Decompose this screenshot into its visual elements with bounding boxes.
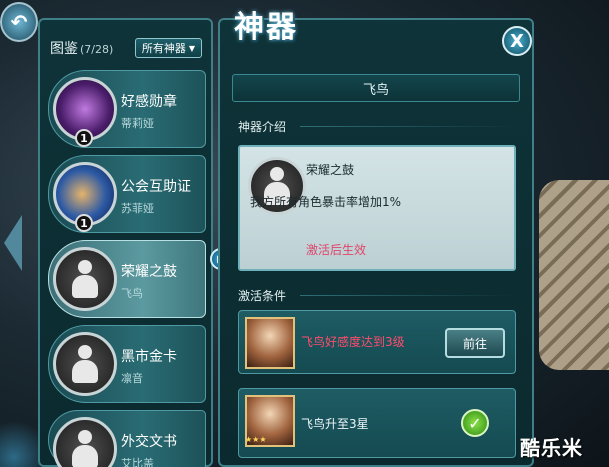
divider: [300, 126, 516, 127]
character-portrait: [245, 317, 295, 369]
item-owner: 艾比盖: [121, 457, 154, 467]
left-scroll-arrow-icon[interactable]: [4, 215, 22, 271]
star-rating-icon: ★★★: [245, 435, 267, 444]
item-name: 黑市金卡: [121, 349, 177, 365]
back-button[interactable]: ↶: [0, 2, 38, 42]
silhouette-icon: [53, 247, 117, 311]
item-name: 外交文书: [121, 434, 177, 450]
close-button[interactable]: X: [502, 26, 532, 56]
check-icon: ✓: [461, 409, 489, 437]
condition-row: 飞鸟好感度达到3级 前往: [238, 310, 516, 374]
back-arrow-icon: ↶: [10, 10, 28, 34]
goto-button[interactable]: 前往: [445, 328, 505, 358]
item-owner: 凛音: [121, 372, 143, 385]
codex-title: 图鉴: [50, 41, 78, 57]
codex-count: (7/28): [80, 43, 114, 56]
silhouette-icon: [53, 417, 117, 467]
list-item-selected[interactable]: 荣耀之鼓 飞鸟: [48, 240, 206, 318]
count-badge: 1: [75, 214, 93, 232]
filter-value: 所有神器: [141, 42, 186, 55]
artifact-list: 1 好感勋章 蒂莉娅 1 公会互助证 苏菲娅 荣耀之鼓 飞鸟 黑市金卡 凛音 外…: [48, 70, 206, 467]
artifact-name: 荣耀之鼓: [306, 163, 355, 177]
character-name-bar: 飞鸟: [232, 74, 520, 102]
condition-text: 飞鸟升至3星: [301, 417, 369, 431]
item-name: 荣耀之鼓: [121, 264, 177, 280]
artifact-description: 我方所有角色暴击率增加1%: [250, 195, 402, 209]
item-name: 公会互助证: [121, 179, 191, 195]
list-item[interactable]: 外交文书 艾比盖: [48, 410, 206, 467]
watermark-logo: 酷乐米: [520, 436, 583, 460]
codex-header: 图鉴 (7/28) 所有神器 ▼: [50, 36, 202, 60]
divider: [300, 295, 516, 296]
count-badge: 1: [75, 129, 93, 147]
codex-panel: 图鉴 (7/28) 所有神器 ▼ 1 好感勋章 蒂莉娅 1 公会互助证 苏菲娅 荣…: [38, 18, 213, 467]
item-name: 好感勋章: [121, 94, 177, 110]
character-name: 飞鸟: [362, 82, 389, 98]
condition-text: 飞鸟好感度达到3级: [301, 335, 405, 349]
item-owner: 苏菲娅: [121, 202, 154, 215]
filter-dropdown[interactable]: 所有神器 ▼: [134, 38, 202, 58]
item-owner: 飞鸟: [121, 287, 143, 300]
list-item[interactable]: 1 公会互助证 苏菲娅: [48, 155, 206, 233]
condition-row: ★★★ 飞鸟升至3星 ✓: [238, 388, 516, 458]
close-icon: X: [510, 30, 524, 52]
background-rope: [539, 180, 609, 370]
intro-section-label: 神器介绍: [238, 120, 287, 134]
chevron-down-icon: ▼: [188, 43, 195, 53]
list-item[interactable]: 1 好感勋章 蒂莉娅: [48, 70, 206, 148]
silhouette-icon: [53, 332, 117, 396]
item-owner: 蒂莉娅: [121, 117, 154, 130]
artifact-intro-box: 荣耀之鼓 我方所有角色暴击率增加1% 激活后生效: [238, 145, 516, 271]
conditions-section-label: 激活条件: [238, 289, 287, 303]
activation-status: 激活后生效: [306, 243, 367, 257]
page-title: 神器: [234, 10, 298, 45]
list-item[interactable]: 黑市金卡 凛音: [48, 325, 206, 403]
